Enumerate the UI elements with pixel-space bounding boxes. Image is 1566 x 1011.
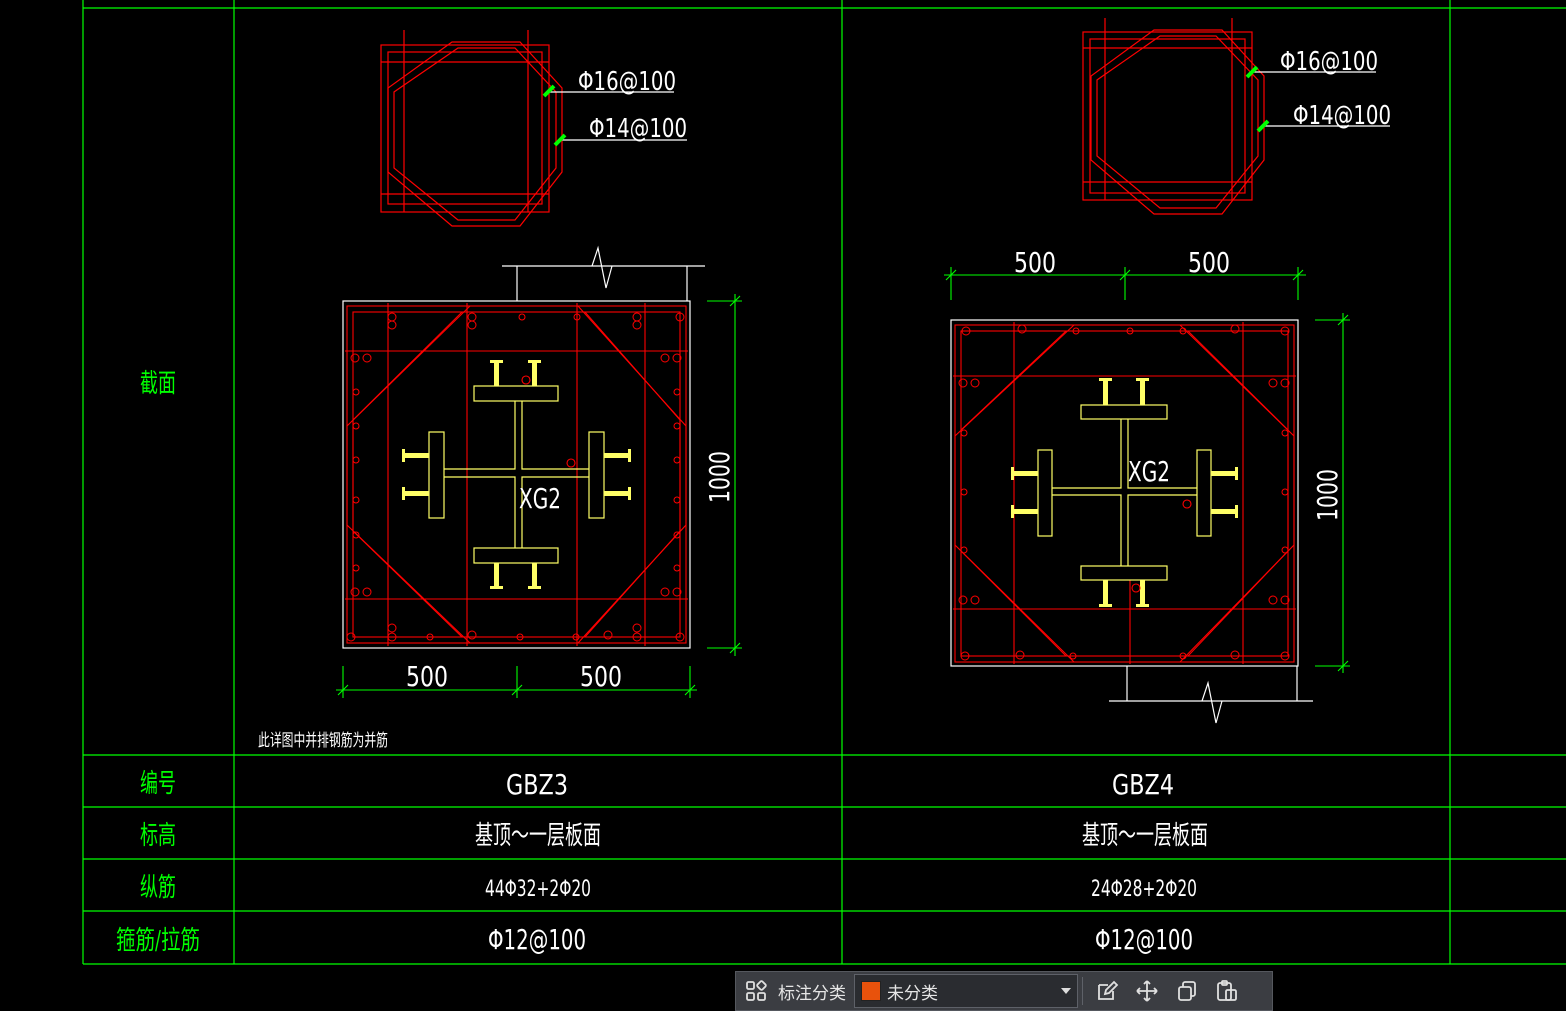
rebar-dot <box>1281 488 1289 496</box>
cad-drawing-canvas[interactable]: 截面 编号 标高 纵筋 箍筋/拉筋 GBZ3 基顶～一层板面 44Φ32+2Φ2… <box>0 0 1566 1011</box>
gbz4-dim-height: 1000 <box>1311 469 1344 521</box>
category-value: 未分类 <box>887 983 938 1004</box>
chevron-down-icon <box>1061 988 1071 994</box>
rebar-dot <box>673 564 681 572</box>
rebar-dot <box>350 353 360 363</box>
rebar-dot <box>387 312 397 322</box>
gbz4-dim-right: 500 <box>1188 246 1230 279</box>
rebar-dot <box>518 313 526 321</box>
rebar-dot <box>352 456 360 464</box>
edit-icon <box>1098 980 1119 1000</box>
rebar-dot <box>467 312 477 322</box>
rebar-dot <box>352 422 360 430</box>
rebar-dot <box>632 312 642 322</box>
rebar-dot <box>632 623 642 633</box>
edit-button[interactable] <box>1087 972 1127 1010</box>
rebar-dot <box>362 587 372 597</box>
category-select[interactable]: 未分类 <box>854 974 1078 1008</box>
rebar-dot <box>352 388 360 396</box>
rebar-dot <box>352 496 360 504</box>
rebar-dot <box>660 587 670 597</box>
cell-stirrup-gbz3: Φ12@100 <box>488 923 586 956</box>
gbz4-dim-left: 500 <box>1014 246 1056 279</box>
rebar-dot <box>970 378 980 388</box>
grid-icon <box>746 980 767 1001</box>
rebar-dot <box>352 564 360 572</box>
gbz3-dim-right: 500 <box>580 660 622 693</box>
gbz4-section[interactable]: XG2 <box>950 319 1313 724</box>
rebar-dot <box>467 320 477 330</box>
rebar-dot <box>970 595 980 605</box>
gbz3-section[interactable]: XG2 <box>342 245 705 649</box>
rebar-dot <box>1268 595 1278 605</box>
rebar-dot <box>673 388 681 396</box>
cell-elevation-gbz4: 基顶～一层板面 <box>1082 821 1208 851</box>
copy-button[interactable] <box>1167 972 1207 1010</box>
rebar-dot <box>660 353 670 363</box>
gbz3-dim-height: 1000 <box>703 451 736 503</box>
annotation-toolbar: 标注分类 未分类 <box>735 971 1273 1011</box>
rebar-dot <box>362 353 372 363</box>
cell-number-gbz3: GBZ3 <box>506 768 568 801</box>
toolbar-divider <box>1082 977 1083 1005</box>
gbz3-note: 此详图中并排钢筋为并筋 <box>258 731 388 751</box>
gbz3-dim-left: 500 <box>406 660 448 693</box>
gbz4-detail-bottom-label: Φ14@100 <box>1293 101 1391 131</box>
rebar-dot <box>1268 378 1278 388</box>
cell-number-gbz4: GBZ4 <box>1112 768 1174 801</box>
copy-icon <box>1178 981 1196 1001</box>
cell-elevation-gbz3: 基顶～一层板面 <box>475 821 601 851</box>
gbz4-stirrup-detail[interactable] <box>1082 18 1265 215</box>
rebar-dot <box>960 429 968 437</box>
cell-stirrup-gbz4: Φ12@100 <box>1095 923 1193 956</box>
row-header-elevation: 标高 <box>140 821 176 851</box>
grid-button[interactable] <box>736 972 776 1010</box>
row-header-long-rebar: 纵筋 <box>140 873 176 903</box>
rebar-dot <box>673 422 681 430</box>
rebar-dot <box>603 630 613 640</box>
row-header-stirrup: 箍筋/拉筋 <box>116 926 200 956</box>
gbz3-detail-top-label: Φ16@100 <box>578 67 676 97</box>
gbz3-steel-label: XG2 <box>519 482 561 515</box>
gbz3-detail-bottom-label: Φ14@100 <box>589 114 687 144</box>
rebar-dot <box>673 456 681 464</box>
rebar-dot <box>1281 546 1289 554</box>
paste-icon <box>1217 980 1237 1001</box>
gbz4-detail-top-label: Φ16@100 <box>1280 47 1378 77</box>
rebar-dot <box>1015 650 1025 660</box>
rebar-dot <box>958 595 968 605</box>
rebar-dot <box>958 378 968 388</box>
category-label: 标注分类 <box>778 983 846 1004</box>
cell-long-rebar-gbz3: 44Φ32+2Φ20 <box>485 877 591 902</box>
rebar-dot <box>1230 324 1240 334</box>
rebar-dot <box>673 496 681 504</box>
rebar-dot <box>960 546 968 554</box>
gbz4-steel-label: XG2 <box>1128 455 1170 488</box>
rebar-dot <box>387 320 397 330</box>
row-header-section: 截面 <box>140 369 176 399</box>
rebar-dot <box>387 623 397 633</box>
rebar-dot <box>467 630 477 640</box>
rebar-dot <box>1230 650 1240 660</box>
move-button[interactable] <box>1127 972 1167 1010</box>
rebar-dot <box>1017 324 1027 334</box>
rebar-dot <box>350 587 360 597</box>
paste-button[interactable] <box>1207 972 1247 1010</box>
rebar-dot <box>632 320 642 330</box>
rebar-dot <box>960 488 968 496</box>
category-color-swatch <box>861 981 881 1001</box>
row-header-number: 编号 <box>140 769 176 799</box>
cell-long-rebar-gbz4: 24Φ28+2Φ20 <box>1091 877 1197 902</box>
move-icon <box>1136 980 1158 1002</box>
rebar-dot <box>1281 429 1289 437</box>
gbz3-stirrup-detail[interactable] <box>380 30 563 227</box>
